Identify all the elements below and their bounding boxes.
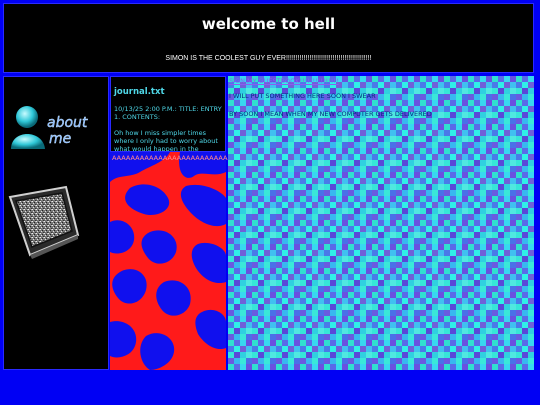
journal-entry-body: Oh how I miss simpler times where I only…: [114, 129, 218, 152]
journal-entry: 10/13/25 2:00 P.M.: TITLE: ENTRY 1. CONT…: [114, 105, 224, 152]
header-banner: welcome to hell SIMON IS THE COOLEST GUY…: [3, 3, 534, 73]
sign-guestbook-link[interactable]: SIGN MY GUESTBOOK!!!!!!!!!!!!!!!: [229, 77, 529, 85]
guestbook-content: SIGN MY GUESTBOOK!!!!!!!!!!!!!!! I WILL …: [229, 77, 529, 128]
journal-scream-text: AAAAAAAAAAAAAAAAAAAAAAAAAAA: [112, 154, 237, 162]
journal-panel: journal.txt 10/13/25 2:00 P.M.: TITLE: E…: [110, 76, 226, 152]
about-me-label-1: about: [47, 115, 88, 131]
journal-entry-header: 10/13/25 2:00 P.M.: TITLE: ENTRY 1. CONT…: [114, 105, 222, 121]
tv-static-icon[interactable]: [4, 185, 82, 261]
msn-buddy-icon: [11, 106, 45, 149]
about-me-label-2: me: [49, 131, 71, 147]
guestbook-line-2: BY SOON I MEAN WHEN MY NEW COMPUTER GETS…: [229, 110, 432, 118]
camo-background: [110, 152, 226, 370]
page-title: welcome to hell: [201, 15, 336, 33]
journal-title: journal.txt: [114, 87, 165, 97]
about-me-button[interactable]: about me: [9, 103, 105, 153]
page-footer-area: [0, 370, 540, 405]
guestbook-line-1: I WILL PUT SOMETHING HERE SOON I SWEAR: [229, 92, 376, 100]
page-subtitle: SIMON IS THE COOLEST GUY EVER!!!!!!!!!!!…: [165, 55, 372, 62]
